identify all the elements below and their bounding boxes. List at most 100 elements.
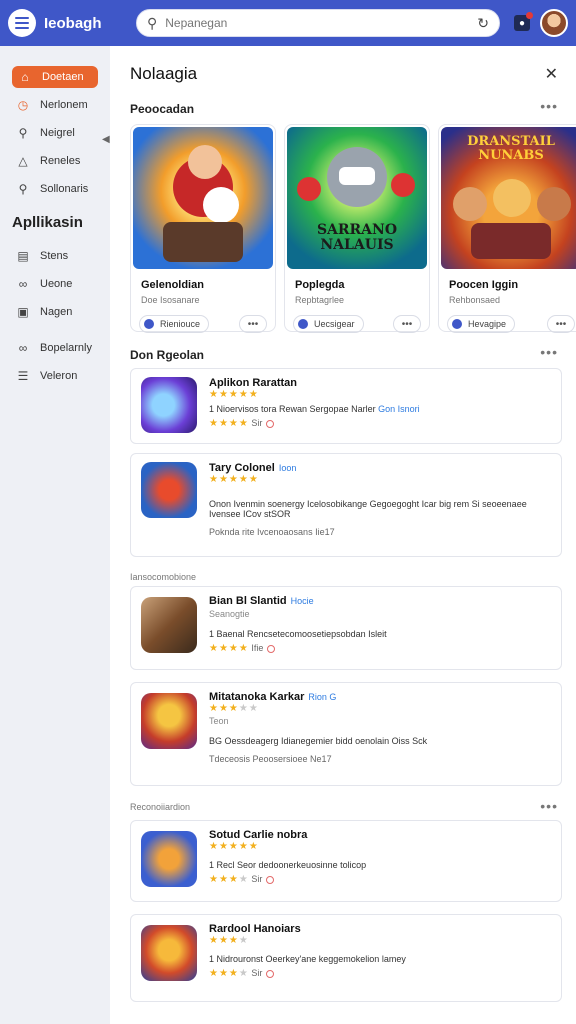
game-title-art: SARRANO NALAUIS: [316, 222, 398, 253]
status-icon: [266, 419, 275, 428]
more-options-button[interactable]: •••: [239, 315, 267, 333]
bell-icon: △: [18, 154, 28, 168]
sidebar-item-label: Neigrel: [40, 127, 75, 139]
sidebar-item-home[interactable]: ⌂ Doetaen: [12, 66, 98, 88]
sidebar-item-list[interactable]: ☰ Veleron: [12, 365, 98, 387]
list-icon: ☰: [17, 369, 29, 383]
app-footer: ★★★★ Sir: [209, 418, 551, 429]
sidebar-item-recent[interactable]: ◷ Nerlonem: [12, 94, 98, 116]
card-subtitle: Rehbonsaed: [449, 295, 501, 305]
app-icon: [298, 319, 308, 329]
app-footer: ★★★★ Sir: [209, 874, 551, 885]
status-icon: [266, 875, 275, 884]
list-heading: Don Rgeolan: [130, 348, 204, 362]
featured-card[interactable]: DRANSTAIL NUNABS Poocen Iggin Rehbonsaed…: [438, 124, 576, 333]
search-input[interactable]: [165, 16, 478, 30]
game-title-art: DRANSTAIL NUNABS: [467, 134, 555, 163]
list-item[interactable]: Sotud Carlie nobra ★★★★★ 1 Recl Seor ded…: [130, 820, 562, 902]
avatar[interactable]: [540, 9, 568, 37]
featured-heading: Peoocadan: [130, 102, 195, 116]
list-item[interactable]: Bian Bl Slantid Hocie Seanogtie 1 Baenal …: [130, 586, 562, 670]
more-icon[interactable]: •••: [540, 98, 558, 114]
app-icon: [452, 319, 462, 329]
top-bar: Ieobagh ⚲ ↻ ●: [0, 0, 576, 46]
app-description: BG Oessdeagerg Idianegemier bidd oenolai…: [209, 736, 428, 746]
sidebar-item-images[interactable]: ▣ Nagen: [12, 301, 98, 323]
app-footer: Poknda rite Ivcenoaosans Iie17: [209, 527, 335, 537]
status-icon: [266, 969, 275, 978]
section-label: Reconoiiardion: [130, 802, 191, 812]
app-footer: ★★★★ Sir: [209, 968, 551, 979]
app-description: 1 Nioervisos tora Rewan Sergopae Narler …: [209, 404, 420, 414]
star-rating: ★★★★★: [209, 841, 259, 852]
app-icon: [141, 377, 197, 433]
sidebar-item-notifications[interactable]: △ Reneles: [12, 150, 98, 172]
app-footer: Tdeceosis Peoosersioee Ne17: [209, 754, 332, 764]
status-icon: [267, 644, 276, 653]
more-icon[interactable]: •••: [540, 344, 558, 360]
brand-title: Ieobagh: [44, 14, 102, 32]
game-art-image: SARRANO NALAUIS: [287, 127, 427, 269]
collapse-sidebar-icon[interactable]: ◀: [102, 134, 110, 145]
featured-card[interactable]: Gelenoldian Doe Isosanare Rieniouce •••: [130, 124, 276, 333]
star-rating: ★★★★★: [209, 474, 259, 485]
list-item[interactable]: Mitatanoka Karkar Rion G ★★★★★ Teon BG Oe…: [130, 682, 562, 786]
search-icon: ⚲: [18, 182, 28, 196]
star-rating: ★★★★★: [209, 389, 259, 400]
chip-label: Rieniouce: [160, 319, 201, 329]
sidebar-section-title: Apllikasin: [12, 214, 83, 231]
chip-label: Hevagipe: [468, 319, 507, 329]
refresh-icon[interactable]: ↻: [477, 15, 489, 32]
more-icon[interactable]: •••: [540, 798, 558, 814]
sidebar-item-label: Bopelarnly: [40, 342, 92, 354]
link-icon: ∞: [18, 341, 28, 355]
sidebar-item-popular[interactable]: ∞ Bopelarnly: [12, 337, 98, 359]
app-icon: [141, 925, 197, 981]
sidebar-item-label: Veleron: [40, 370, 78, 382]
chip-label: Uecsigear: [314, 319, 355, 329]
sidebar-item-users[interactable]: ∞ Ueone: [12, 273, 98, 295]
app-description: 1 Recl Seor dedoonerkeuosinne tolicop: [209, 860, 367, 870]
main-panel: Nolaagia ✕ Peoocadan ••• Gelenoldian Doe…: [110, 46, 576, 1024]
more-options-button[interactable]: •••: [393, 315, 421, 333]
featured-card[interactable]: SARRANO NALAUIS Poplegda Repbtagrlee Uec…: [284, 124, 430, 333]
sidebar: ⌂ Doetaen ◷ Nerlonem ⚲ Neigrel △ Reneles…: [0, 46, 110, 1024]
image-icon: ▣: [17, 305, 29, 319]
app-meta: Teon: [209, 716, 229, 726]
chart-icon: ▤: [17, 249, 29, 263]
notification-icon[interactable]: ●: [514, 12, 533, 31]
sidebar-item-label: Nagen: [40, 306, 73, 318]
list-item[interactable]: Rardool Hanoiars ★★★★ 1 Nidrouronst Oeer…: [130, 914, 562, 1002]
menu-icon[interactable]: [8, 9, 36, 37]
section-label: Iansocomobione: [130, 572, 197, 582]
app-description: 1 Baenal Rencsetecomoosetiepsobdan Islei…: [209, 629, 387, 639]
link-icon: ∞: [18, 277, 28, 291]
install-chip[interactable]: Hevagipe: [447, 315, 516, 333]
sidebar-item-explore[interactable]: ⚲ Sollonaris: [12, 178, 98, 200]
sidebar-item-stats[interactable]: ▤ Stens: [12, 245, 98, 267]
app-footer: ★★★★ Ifie: [209, 643, 551, 654]
list-item[interactable]: Tary Colonel Ioon ★★★★★ Onon Ivenmin soen…: [130, 453, 562, 557]
featured-cards: Gelenoldian Doe Isosanare Rieniouce ••• …: [130, 124, 576, 333]
sidebar-item-label: Ueone: [40, 278, 73, 290]
install-chip[interactable]: Uecsigear: [293, 315, 364, 333]
card-subtitle: Doe Isosanare: [141, 295, 200, 305]
app-title: Tary Colonel Ioon: [209, 462, 297, 474]
app-icon: [141, 693, 197, 749]
sidebar-item-label: Nerlonem: [40, 99, 88, 111]
close-icon[interactable]: ✕: [545, 64, 558, 84]
sidebar-item-search[interactable]: ⚲ Neigrel: [12, 122, 98, 144]
star-rating: ★★★★: [209, 935, 249, 946]
app-icon: [141, 462, 197, 518]
game-art-image: [133, 127, 273, 269]
search-icon: ⚲: [147, 14, 158, 31]
install-chip[interactable]: Rieniouce: [139, 315, 210, 333]
card-title: Poocen Iggin: [449, 279, 519, 291]
app-title: Mitatanoka Karkar Rion G: [209, 691, 337, 703]
list-item[interactable]: Aplikon Rarattan ★★★★★ 1 Nioervisos tora…: [130, 368, 562, 444]
star-rating: ★★★★★: [209, 703, 259, 714]
app-description: Onon Ivenmin soenergy Icelosobikange Geg…: [209, 499, 527, 519]
more-options-button[interactable]: •••: [547, 315, 575, 333]
card-subtitle: Repbtagrlee: [295, 295, 345, 305]
search-bar[interactable]: ⚲ ↻: [136, 9, 500, 37]
